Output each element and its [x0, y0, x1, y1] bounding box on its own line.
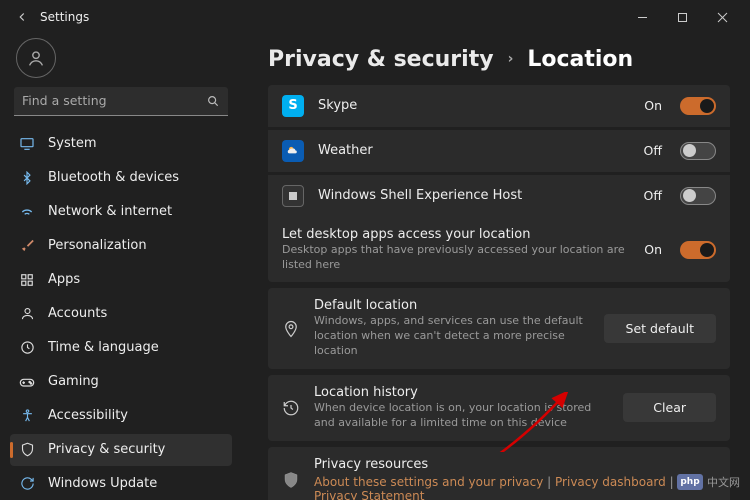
grid-icon	[18, 271, 36, 289]
app-name: Windows Shell Experience Host	[318, 188, 630, 203]
search-box[interactable]	[14, 87, 228, 116]
sidebar-item-label: Accounts	[48, 306, 107, 321]
shield-icon	[282, 471, 300, 489]
app-row-shell: Windows Shell Experience Host Off	[268, 175, 730, 217]
app-name: Weather	[318, 143, 630, 158]
sidebar-item-system[interactable]: System	[10, 128, 232, 160]
shell-icon	[282, 185, 304, 207]
sidebar-item-apps[interactable]: Apps	[10, 264, 232, 296]
privacy-resources-row: Privacy resources About these settings a…	[268, 447, 730, 500]
row-subtitle: Windows, apps, and services can use the …	[314, 314, 590, 359]
sidebar-item-label: System	[48, 136, 96, 151]
privacy-link-dashboard[interactable]: Privacy dashboard	[555, 475, 666, 489]
display-icon	[18, 135, 36, 153]
shield-icon	[18, 441, 36, 459]
bluetooth-icon	[18, 169, 36, 187]
breadcrumb: Privacy & security › Location	[268, 34, 730, 85]
search-input[interactable]	[22, 93, 206, 108]
toggle-switch[interactable]	[680, 142, 716, 160]
row-title: Privacy resources	[314, 457, 716, 472]
sidebar-item-accessibility[interactable]: Accessibility	[10, 400, 232, 432]
privacy-link-statement[interactable]: Privacy Statement	[314, 489, 424, 500]
sidebar-item-network[interactable]: Network & internet	[10, 196, 232, 228]
skype-icon: S	[282, 95, 304, 117]
set-default-button[interactable]: Set default	[604, 314, 716, 343]
watermark: php 中文网	[677, 474, 740, 490]
user-avatar[interactable]	[16, 38, 56, 78]
person-icon	[18, 305, 36, 323]
app-name: Skype	[318, 98, 630, 113]
app-row-weather: Weather Off	[268, 130, 730, 172]
history-icon	[282, 399, 300, 417]
location-pin-icon	[282, 320, 300, 338]
update-icon	[18, 475, 36, 493]
sidebar: System Bluetooth & devices Network & int…	[0, 34, 240, 500]
weather-icon	[282, 140, 304, 162]
search-icon	[206, 94, 220, 108]
accessibility-icon	[18, 407, 36, 425]
sidebar-item-label: Privacy & security	[48, 442, 165, 457]
sidebar-item-label: Network & internet	[48, 204, 172, 219]
sidebar-item-personalization[interactable]: Personalization	[10, 230, 232, 262]
main-content: Privacy & security › Location S Skype On…	[240, 34, 750, 500]
row-title: Location history	[314, 385, 609, 400]
default-location-row: Default location Windows, apps, and serv…	[268, 288, 730, 369]
sidebar-item-privacy[interactable]: Privacy & security	[10, 434, 232, 466]
toggle-state-label: Off	[644, 143, 662, 158]
wifi-icon	[18, 203, 36, 221]
minimize-button[interactable]	[622, 3, 662, 31]
gamepad-icon	[18, 373, 36, 391]
toggle-switch[interactable]	[680, 187, 716, 205]
sidebar-item-label: Bluetooth & devices	[48, 170, 179, 185]
breadcrumb-parent[interactable]: Privacy & security	[268, 47, 494, 72]
row-title: Let desktop apps access your location	[282, 227, 630, 242]
app-row-skype: S Skype On	[268, 85, 730, 127]
toggle-state-label: On	[644, 242, 662, 257]
sidebar-item-label: Time & language	[48, 340, 159, 355]
paintbrush-icon	[18, 237, 36, 255]
clear-button[interactable]: Clear	[623, 393, 716, 422]
sidebar-item-label: Gaming	[48, 374, 99, 389]
php-logo: php	[677, 474, 703, 490]
row-subtitle: Desktop apps that have previously access…	[282, 243, 630, 273]
breadcrumb-current: Location	[527, 47, 633, 72]
sidebar-item-gaming[interactable]: Gaming	[10, 366, 232, 398]
close-button[interactable]	[702, 3, 742, 31]
toggle-switch[interactable]	[680, 241, 716, 259]
sidebar-item-bluetooth[interactable]: Bluetooth & devices	[10, 162, 232, 194]
sidebar-item-label: Accessibility	[48, 408, 128, 423]
privacy-link-about[interactable]: About these settings and your privacy	[314, 475, 543, 489]
toggle-state-label: Off	[644, 188, 662, 203]
sidebar-item-label: Apps	[48, 272, 80, 287]
toggle-state-label: On	[644, 98, 662, 113]
row-subtitle: When device location is on, your locatio…	[314, 401, 609, 431]
sidebar-item-update[interactable]: Windows Update	[10, 468, 232, 500]
sidebar-item-time[interactable]: Time & language	[10, 332, 232, 364]
desktop-apps-access-row: Let desktop apps access your location De…	[268, 217, 730, 283]
back-button[interactable]	[8, 3, 36, 31]
sidebar-item-label: Personalization	[48, 238, 147, 253]
row-title: Default location	[314, 298, 590, 313]
window-title: Settings	[40, 10, 89, 24]
sidebar-item-accounts[interactable]: Accounts	[10, 298, 232, 330]
maximize-button[interactable]	[662, 3, 702, 31]
chevron-right-icon: ›	[508, 51, 514, 67]
location-history-row: Location history When device location is…	[268, 375, 730, 441]
toggle-switch[interactable]	[680, 97, 716, 115]
clock-icon	[18, 339, 36, 357]
sidebar-item-label: Windows Update	[48, 476, 157, 491]
